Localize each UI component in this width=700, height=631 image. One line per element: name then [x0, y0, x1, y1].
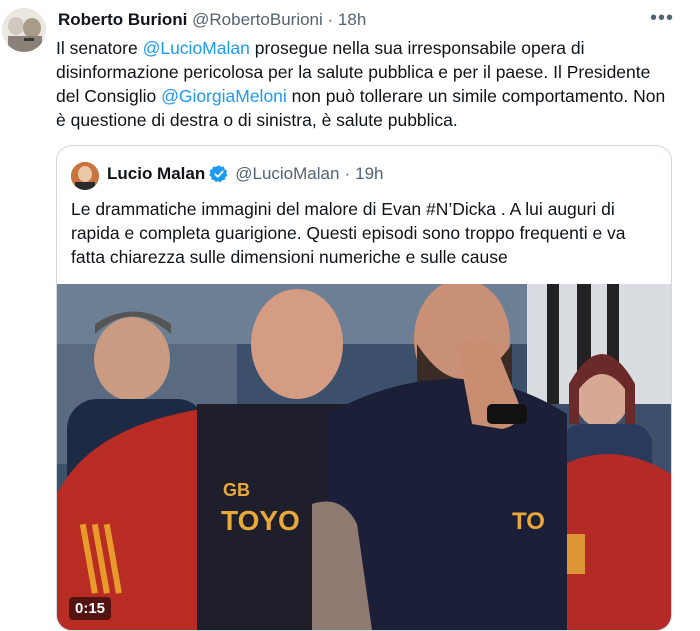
more-dots-icon[interactable]: •••: [650, 8, 674, 28]
quoted-author-avatar-image: [71, 162, 99, 190]
quoted-tweet-header: Lucio Malan @LucioMalan · 19h: [107, 163, 383, 185]
quoted-tweet-text: Le drammatiche immagini del malore di Ev…: [71, 199, 626, 267]
author-avatar[interactable]: [2, 8, 46, 52]
video-duration-badge: 0:15: [69, 597, 112, 620]
mention-giorgia-meloni[interactable]: @GiorgiaMeloni: [161, 86, 287, 106]
verified-badge-icon: [209, 164, 229, 184]
quoted-author-handle[interactable]: @LucioMalan: [235, 163, 339, 185]
header-separator: ·: [327, 10, 334, 29]
author-name[interactable]: Roberto Burioni: [58, 10, 187, 29]
quoted-author-name[interactable]: Lucio Malan: [107, 163, 205, 185]
quoted-header-separator: ·: [344, 164, 351, 183]
author-handle[interactable]: @RobertoBurioni: [192, 10, 323, 29]
shirt-sponsor: TOYO: [221, 505, 300, 536]
shirt-sponsor-partial: TO: [512, 508, 545, 535]
video-player[interactable]: GB TOYO TO 0:15: [57, 284, 671, 630]
shirt-initials: GB: [223, 480, 250, 500]
video-frame: GB TOYO TO: [57, 284, 671, 630]
tweet-header: Roberto Burioni @RobertoBurioni · 18h: [58, 9, 366, 31]
tweet-text-part: Il senatore: [56, 38, 143, 58]
mention-lucio-malan[interactable]: @LucioMalan: [143, 38, 250, 58]
author-avatar-image: [2, 8, 46, 52]
quoted-author-avatar[interactable]: [71, 162, 99, 190]
tweet-time[interactable]: 18h: [338, 10, 366, 29]
tweet-text: Il senatore @LucioMalan prosegue nella s…: [56, 36, 676, 132]
quoted-tweet-card[interactable]: Lucio Malan @LucioMalan · 19h Le drammat…: [56, 145, 672, 631]
quoted-tweet-time[interactable]: 19h: [355, 163, 383, 185]
